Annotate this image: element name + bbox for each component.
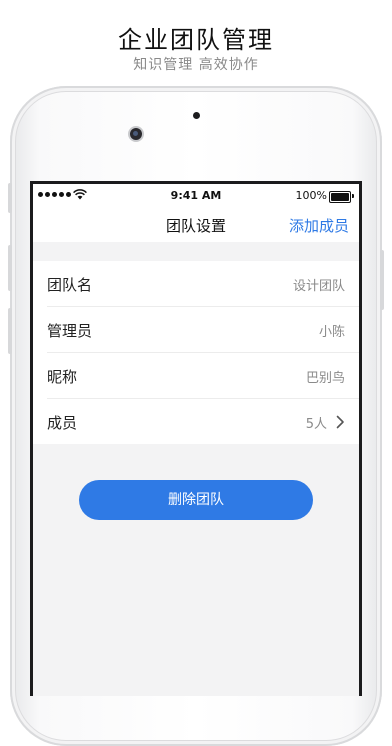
row-label: 管理员 [47, 322, 93, 340]
admin-row[interactable]: 管理员 小陈 [47, 307, 359, 353]
volume-down-button [8, 308, 12, 354]
volume-up-button [8, 245, 12, 291]
row-label: 团队名 [47, 276, 93, 294]
row-value: 巴别鸟 [305, 371, 345, 386]
app-display: 9:41 AM 100% 团队设置 添加成员 团队名 设计团队 管理员 小陈 昵… [33, 184, 359, 696]
row-value: 设计团队 [292, 279, 345, 294]
battery-icon [329, 191, 354, 203]
promo-subtitle: 知识管理 高效协作 [133, 57, 259, 73]
promo-title: 企业团队管理 [118, 26, 274, 54]
navigation-bar: 团队设置 添加成员 [33, 206, 359, 242]
chevron-right-icon [336, 415, 344, 429]
row-value: 5人 [305, 417, 327, 432]
delete-team-button[interactable]: 删除团队 [79, 480, 313, 520]
row-value: 小陈 [318, 325, 345, 340]
add-member-button[interactable]: 添加成员 [289, 215, 349, 236]
phone-screen: 9:41 AM 100% 团队设置 添加成员 团队名 设计团队 管理员 小陈 昵… [30, 181, 362, 696]
front-camera [130, 128, 142, 140]
row-label: 成员 [47, 414, 78, 432]
mute-switch [8, 183, 12, 213]
row-label: 昵称 [47, 368, 78, 386]
members-row[interactable]: 成员 5人 [47, 399, 359, 444]
earpiece-speaker [193, 112, 200, 119]
power-button [380, 250, 384, 310]
settings-list: 团队名 设计团队 管理员 小陈 昵称 巴别鸟 成员 5人 [33, 261, 359, 444]
team-name-row[interactable]: 团队名 设计团队 [47, 261, 359, 307]
battery-percentage: 100% [295, 189, 327, 202]
nickname-row[interactable]: 昵称 巴别鸟 [47, 353, 359, 399]
status-bar: 9:41 AM 100% [33, 184, 359, 206]
